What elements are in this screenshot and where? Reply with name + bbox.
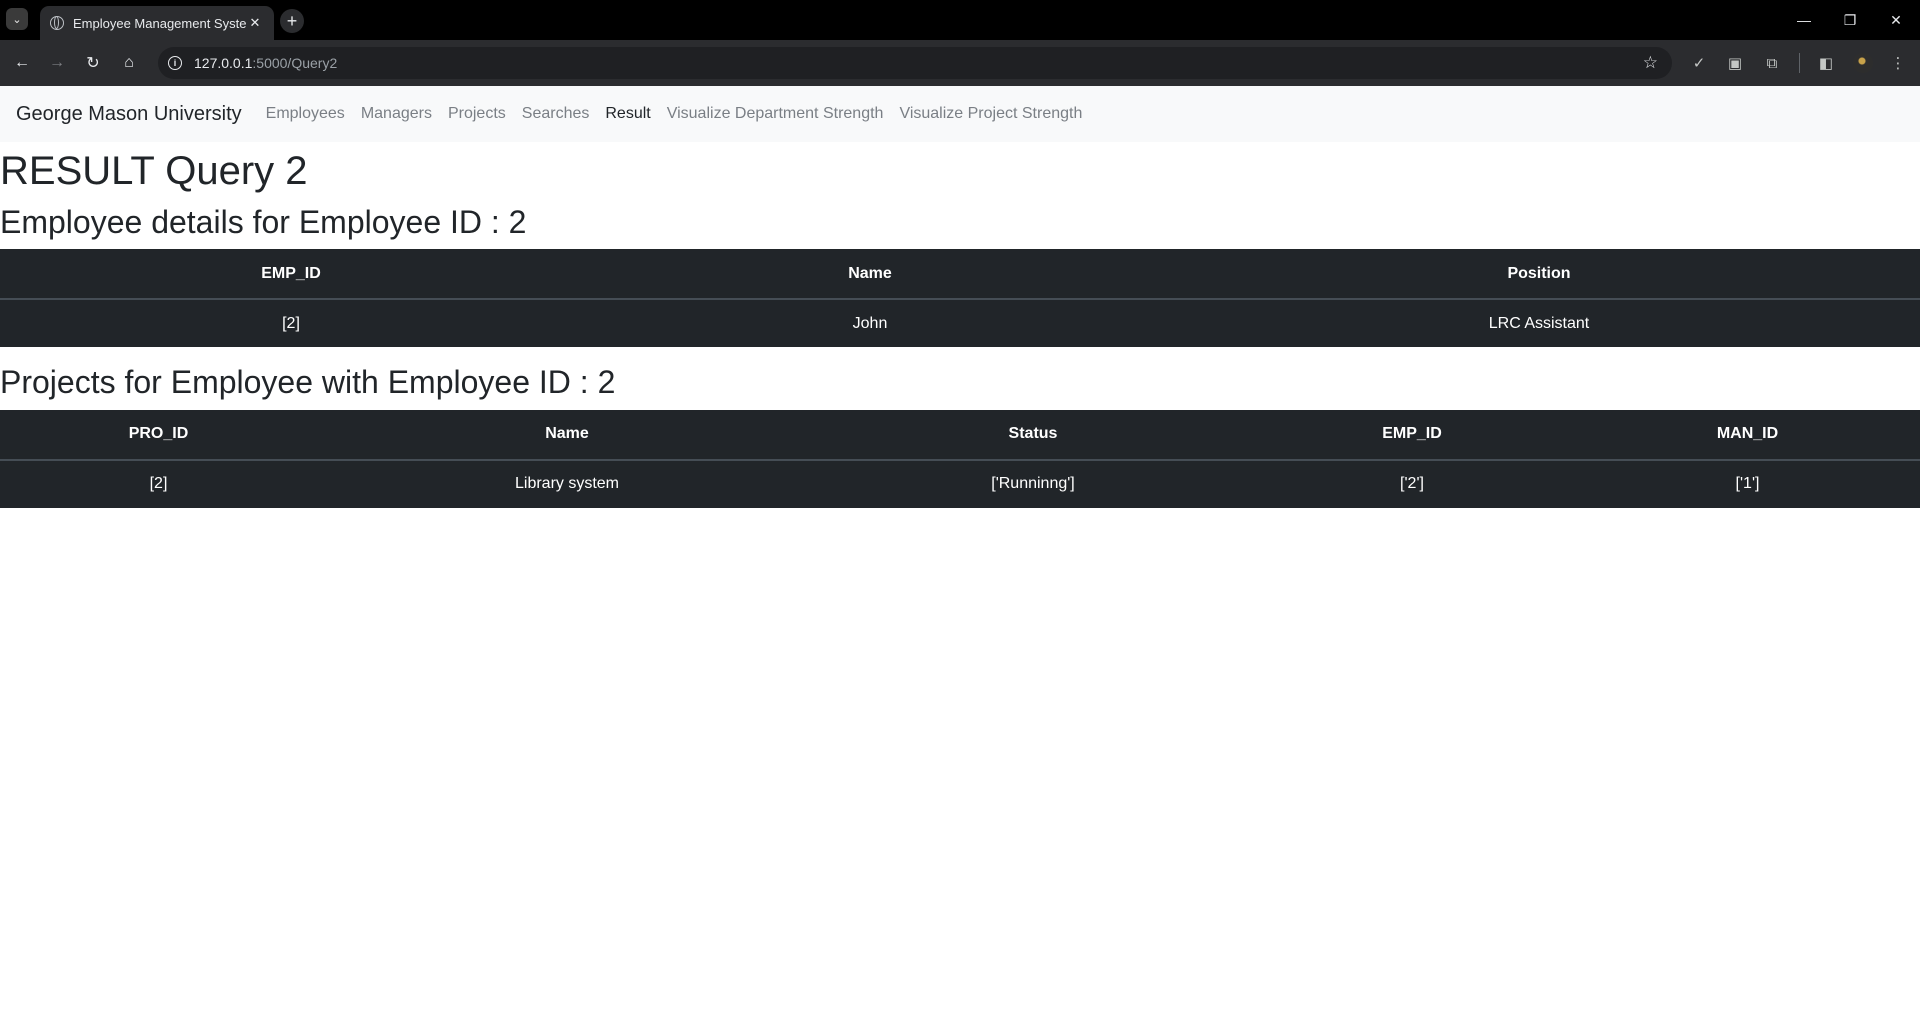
employee-table: EMP_ID Name Position [2] John LRC Assist… [0,249,1920,348]
cell-emp-id: [2] [282,314,300,332]
cell-position: LRC Assistant [1488,314,1590,332]
column-header-emp-id: EMP_ID [1249,409,1575,461]
nav-link-visualize-department-strength[interactable]: Visualize Department Strength [659,97,892,131]
column-header-name: Name [582,249,1158,301]
nav-link-searches[interactable]: Searches [514,97,598,131]
tab-title: Employee Management System [73,15,246,31]
nav-link-visualize-project-strength[interactable]: Visualize Project Strength [891,97,1090,131]
cell-emp-id: ['2'] [1400,475,1424,493]
menu-kebab-icon[interactable]: ⋮ [1886,51,1910,75]
table-row: [2] John LRC Assistant [0,299,1920,347]
main-content: RESULT Query 2 Employee details for Empl… [0,142,1920,524]
column-header-emp-id: EMP_ID [0,249,582,301]
nav-link-projects[interactable]: Projects [440,97,514,131]
column-header-man-id: MAN_ID [1575,409,1920,461]
address-bar[interactable]: i 127.0.0.1:5000/Query2 ☆ [158,47,1672,79]
nav-link-managers[interactable]: Managers [353,97,440,131]
bookmark-star-icon[interactable]: ☆ [1643,53,1658,73]
extension-icon[interactable]: ▣ [1723,51,1747,75]
site-navbar: George Mason University Employees Manage… [0,86,1920,142]
column-header-name: Name [317,409,817,461]
column-header-status: Status [817,409,1249,461]
home-button[interactable]: ⌂ [117,51,141,75]
cell-name: Library system [514,475,620,493]
column-header-pro-id: PRO_ID [0,409,317,461]
nav-link-employees[interactable]: Employees [258,97,353,131]
employee-details-heading: Employee details for Employee ID : 2 [0,204,527,240]
forward-button[interactable]: → [45,51,69,75]
back-button[interactable]: ← [10,51,34,75]
browser-toolbar: ← → ↻ ⌂ i 127.0.0.1:5000/Query2 ☆ ✓ ▣ ⧉ … [0,40,1920,86]
url-text[interactable]: 127.0.0.1:5000/Query2 [194,55,337,71]
table-header-row: EMP_ID Name Position [0,249,1920,301]
navbar-brand[interactable]: George Mason University [16,103,242,126]
side-panel-icon[interactable]: ◧ [1814,51,1838,75]
window-close-button[interactable]: ✕ [1882,8,1910,32]
nav-link-result[interactable]: Result [597,97,658,131]
cell-pro-id: [2] [149,475,168,493]
browser-tab-strip: ⌄ Employee Management System ✕ + — ❐ ✕ [0,0,1920,40]
table-row: [2] Library system ['Runninng'] ['2'] ['… [0,460,1920,508]
url-host: 127.0.0.1 [194,55,253,71]
profile-avatar[interactable] [1853,53,1873,73]
reload-button[interactable]: ↻ [81,51,105,75]
browser-tab[interactable]: Employee Management System ✕ [40,6,274,40]
site-info-icon[interactable]: i [168,56,182,70]
restore-button[interactable]: ❐ [1836,8,1864,32]
toolbar-divider [1799,53,1800,73]
cell-name: John [852,314,888,332]
cell-man-id: ['1'] [1735,475,1760,493]
cell-status: ['Runninng'] [991,475,1075,493]
page-title: RESULT Query 2 [0,149,308,193]
projects-heading: Projects for Employee with Employee ID :… [0,364,616,401]
new-tab-button[interactable]: + [280,9,304,33]
url-path: :5000/Query2 [252,55,338,71]
table-header-row: PRO_ID Name Status EMP_ID MAN_ID [0,409,1920,461]
column-header-position: Position [1158,249,1920,301]
projects-table: PRO_ID Name Status EMP_ID MAN_ID [2] Lib… [0,409,1920,508]
tab-search-button[interactable]: ⌄ [6,8,28,30]
globe-icon [50,16,64,30]
checkmark-extension-icon[interactable]: ✓ [1687,51,1711,75]
minimize-button[interactable]: — [1790,8,1818,32]
puzzle-extensions-icon[interactable]: ⧉ [1760,51,1784,75]
tab-close-icon[interactable]: ✕ [246,14,264,32]
